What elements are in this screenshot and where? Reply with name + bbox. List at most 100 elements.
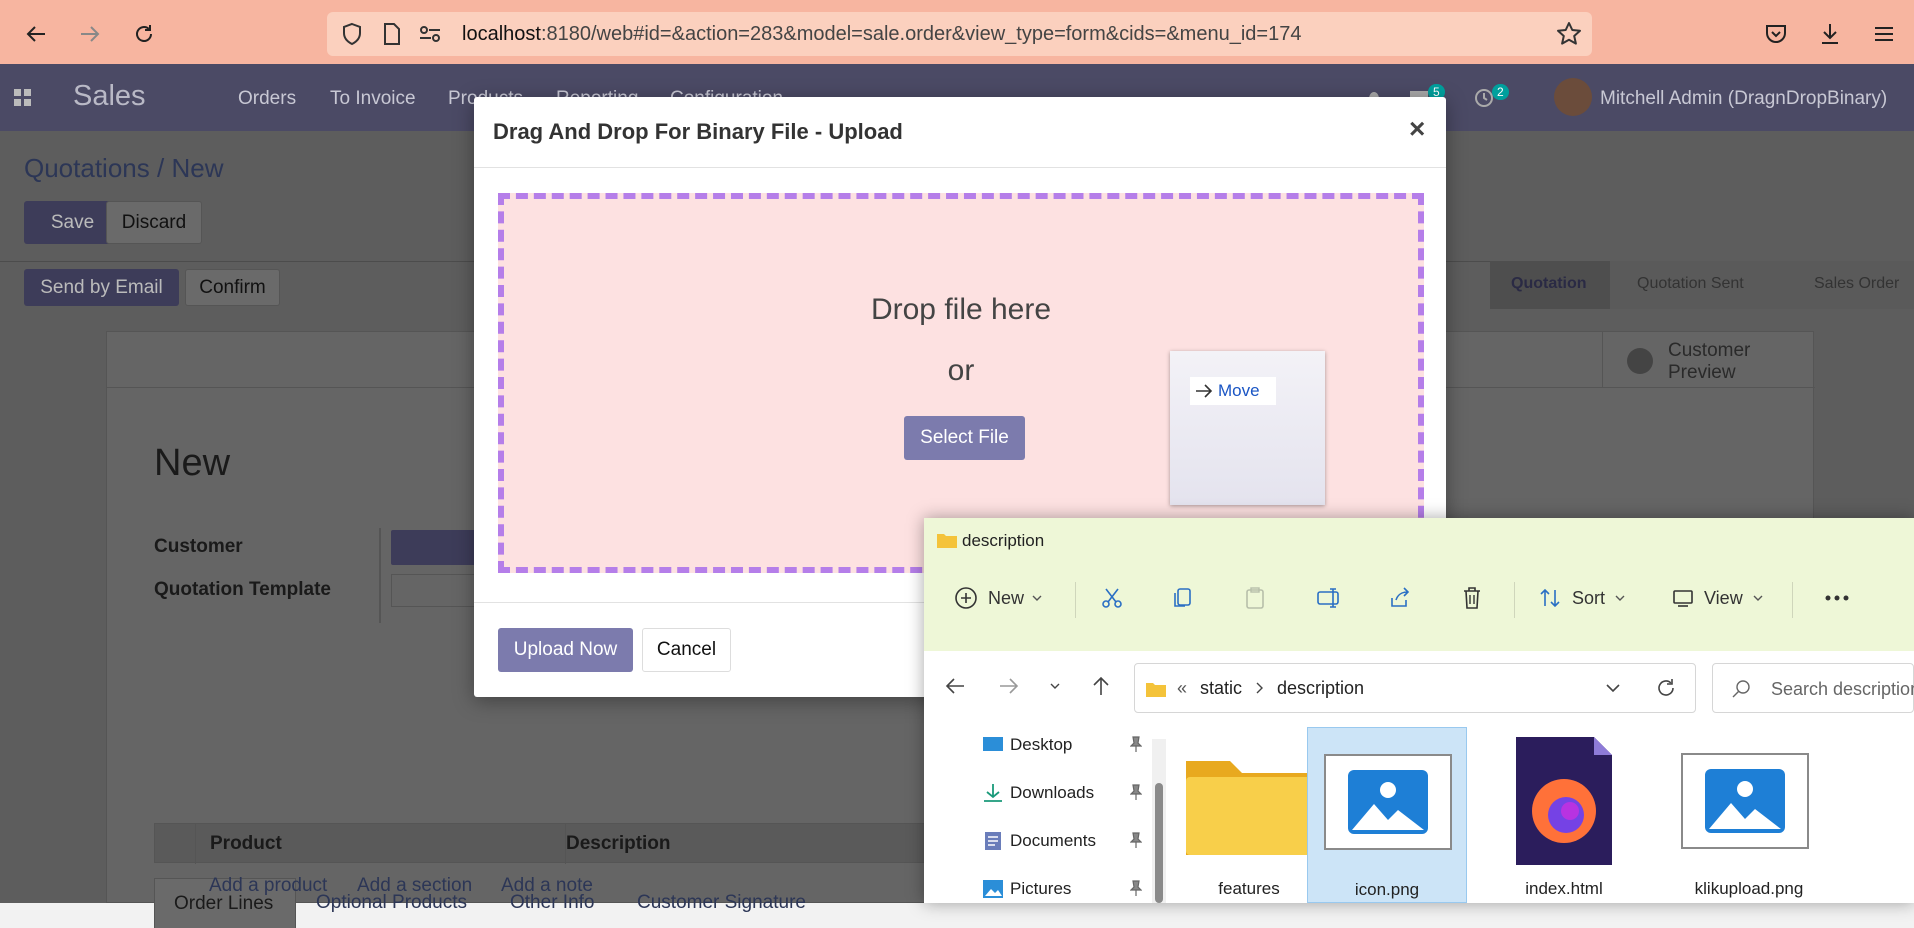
forward-icon[interactable] bbox=[998, 675, 1020, 697]
new-button[interactable]: New bbox=[954, 576, 1042, 620]
status-sales-order[interactable]: Sales Order bbox=[1814, 275, 1899, 293]
col-description: Description bbox=[566, 833, 671, 854]
tab-customer-signature[interactable]: Customer Signature bbox=[637, 892, 806, 914]
menu-to-invoice[interactable]: To Invoice bbox=[330, 88, 416, 110]
search-icon bbox=[1731, 679, 1751, 699]
pin-icon[interactable] bbox=[1130, 831, 1142, 849]
permissions-icon[interactable] bbox=[418, 24, 442, 44]
add-product-link[interactable]: Add a product bbox=[209, 875, 327, 897]
menu-orders[interactable]: Orders bbox=[238, 88, 296, 110]
app-name[interactable]: Sales bbox=[73, 80, 146, 113]
explorer-titlebar: description bbox=[924, 518, 1914, 562]
drag-ghost: Move bbox=[1170, 351, 1325, 505]
upload-now-button[interactable]: Upload Now bbox=[498, 628, 633, 672]
path-static[interactable]: static bbox=[1200, 678, 1242, 699]
scrollbar-thumb[interactable] bbox=[1155, 783, 1163, 903]
drop-file-text: Drop file here bbox=[870, 293, 1052, 326]
back-icon[interactable] bbox=[14, 14, 58, 54]
avatar[interactable] bbox=[1554, 78, 1592, 116]
path-overflow[interactable]: « bbox=[1177, 678, 1187, 699]
forward-icon[interactable] bbox=[68, 14, 112, 54]
menu-hamburger-icon[interactable] bbox=[1862, 14, 1906, 54]
col-divider bbox=[195, 824, 196, 864]
view-icon bbox=[1672, 588, 1694, 608]
reload-icon[interactable] bbox=[122, 14, 166, 54]
rename-icon[interactable] bbox=[1316, 576, 1342, 620]
file-item-icon-png[interactable]: icon.png bbox=[1307, 727, 1467, 903]
path-description[interactable]: description bbox=[1277, 678, 1364, 699]
field-divider bbox=[379, 528, 381, 623]
status-quotation-sent[interactable]: Quotation Sent bbox=[1637, 275, 1744, 293]
globe-icon bbox=[1627, 348, 1653, 374]
url-text[interactable]: localhost:8180/web#id=&action=283&model=… bbox=[462, 23, 1301, 46]
file-explorer-window: description New Sort View « static descr… bbox=[924, 518, 1914, 903]
bookmark-star-icon[interactable] bbox=[1556, 21, 1582, 47]
close-icon[interactable]: × bbox=[1409, 113, 1425, 145]
breadcrumb-separator: / bbox=[156, 153, 165, 183]
page-icon[interactable] bbox=[383, 22, 401, 46]
view-button[interactable]: View bbox=[1672, 576, 1763, 620]
url-path: :8180/web#id=&action=283&model=sale.orde… bbox=[540, 23, 1302, 45]
more-options-icon[interactable] bbox=[1824, 576, 1850, 620]
pin-icon[interactable] bbox=[1130, 879, 1142, 897]
status-bar: Quotation Quotation Sent Sales Order bbox=[1490, 261, 1914, 309]
pin-icon[interactable] bbox=[1130, 783, 1142, 801]
search-placeholder: Search description bbox=[1771, 679, 1914, 699]
explorer-title: description bbox=[962, 531, 1045, 550]
nav-pane-scrollbar[interactable] bbox=[1152, 739, 1166, 903]
send-by-email-button[interactable]: Send by Email bbox=[24, 269, 179, 306]
col-product: Product bbox=[210, 833, 282, 854]
file-item-features[interactable]: features bbox=[1169, 731, 1329, 903]
confirm-button[interactable]: Confirm bbox=[185, 269, 280, 306]
refresh-icon[interactable] bbox=[1655, 677, 1677, 699]
file-name: icon.png bbox=[1354, 880, 1420, 899]
back-icon[interactable] bbox=[944, 675, 966, 697]
app-switcher-icon[interactable] bbox=[13, 88, 33, 108]
documents-icon bbox=[982, 831, 1004, 851]
shield-icon[interactable] bbox=[341, 22, 363, 46]
copy-icon[interactable] bbox=[1172, 576, 1194, 620]
recent-chevron-icon[interactable] bbox=[1049, 681, 1061, 691]
activities-clock-icon[interactable] bbox=[1474, 88, 1494, 108]
sort-icon bbox=[1538, 586, 1562, 610]
sidebar-item-downloads[interactable]: Downloads bbox=[982, 781, 1142, 811]
explorer-address-bar[interactable]: « static description bbox=[1134, 663, 1696, 713]
customer-preview-label-1: Customer bbox=[1668, 340, 1751, 361]
address-bar[interactable]: localhost:8180/web#id=&action=283&model=… bbox=[327, 12, 1592, 56]
chevron-down-icon bbox=[1615, 594, 1625, 602]
file-item-index-html[interactable]: index.html bbox=[1484, 731, 1644, 903]
download-icon[interactable] bbox=[1808, 14, 1852, 54]
chevron-down-icon bbox=[1753, 594, 1763, 602]
user-name[interactable]: Mitchell Admin (DragnDropBinary) bbox=[1600, 88, 1887, 110]
select-file-button[interactable]: Select File bbox=[904, 416, 1025, 460]
explorer-address-row: « static description Search description bbox=[924, 651, 1914, 725]
label-customer: Customer bbox=[154, 536, 243, 557]
files-pane: features icon.png index.html klikupload.… bbox=[1169, 725, 1914, 903]
sidebar-item-documents[interactable]: Documents bbox=[982, 829, 1142, 859]
chevron-down-icon[interactable] bbox=[1605, 682, 1621, 694]
sort-button[interactable]: Sort bbox=[1538, 576, 1625, 620]
delete-icon[interactable] bbox=[1461, 576, 1483, 620]
cancel-button[interactable]: Cancel bbox=[642, 628, 731, 672]
paste-icon[interactable] bbox=[1244, 576, 1266, 620]
new-label: New bbox=[988, 587, 1025, 608]
explorer-search-box[interactable]: Search description bbox=[1712, 663, 1914, 713]
pocket-icon[interactable] bbox=[1754, 14, 1798, 54]
file-item-klikupload-png[interactable]: klikupload.png bbox=[1664, 731, 1834, 903]
status-quotation[interactable]: Quotation bbox=[1511, 275, 1587, 293]
chevron-down-icon bbox=[1032, 594, 1042, 602]
add-section-link[interactable]: Add a section bbox=[357, 875, 472, 897]
sidebar-item-desktop[interactable]: Desktop bbox=[982, 733, 1142, 763]
cut-icon[interactable] bbox=[1100, 576, 1124, 620]
folder-icon bbox=[1145, 680, 1167, 698]
up-arrow-icon[interactable] bbox=[1090, 675, 1112, 697]
folder-icon bbox=[936, 531, 958, 549]
share-icon[interactable] bbox=[1388, 576, 1412, 620]
discard-button[interactable]: Discard bbox=[106, 201, 202, 244]
customer-preview-button[interactable]: Customer Preview bbox=[1602, 332, 1815, 388]
breadcrumb-parent[interactable]: Quotations bbox=[24, 153, 150, 183]
pin-icon[interactable] bbox=[1130, 735, 1142, 753]
browser-toolbar: localhost:8180/web#id=&action=283&model=… bbox=[0, 0, 1914, 64]
add-note-link[interactable]: Add a note bbox=[501, 875, 593, 897]
drop-zone[interactable]: Drop file here or Select File Move bbox=[498, 193, 1424, 573]
